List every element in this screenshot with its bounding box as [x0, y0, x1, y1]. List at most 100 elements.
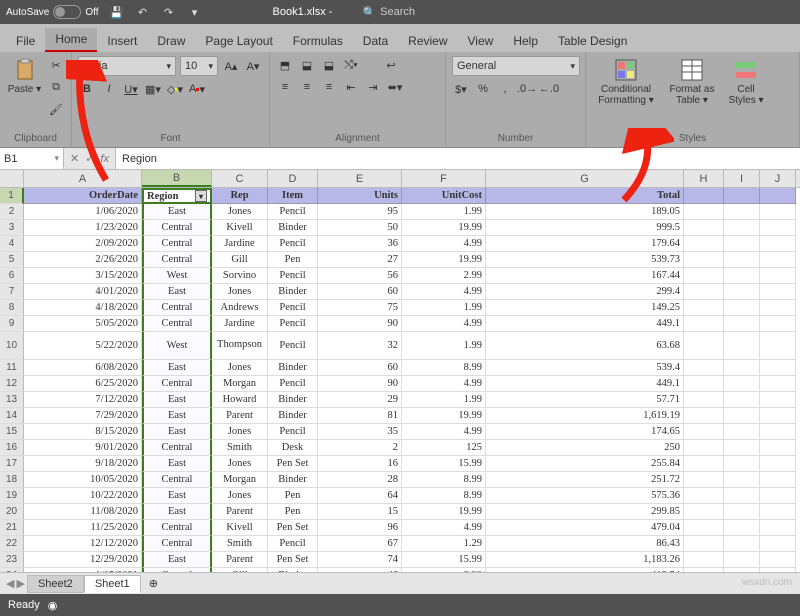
cell[interactable] — [684, 300, 724, 316]
cell[interactable]: 19.99 — [402, 504, 486, 520]
cell[interactable]: Binder — [268, 472, 318, 488]
cell[interactable] — [760, 424, 796, 440]
cell[interactable]: 10/22/2020 — [24, 488, 142, 504]
redo-icon[interactable]: ↷ — [161, 4, 177, 20]
merge-center-icon[interactable]: ⬌▾ — [386, 78, 404, 96]
cell[interactable]: Jones — [212, 424, 268, 440]
cell[interactable] — [724, 456, 760, 472]
col-header-E[interactable]: E — [318, 170, 402, 187]
cell[interactable]: Binder — [268, 284, 318, 300]
cell[interactable]: Item — [268, 188, 318, 204]
cell[interactable]: Pen — [268, 504, 318, 520]
align-left-icon[interactable]: ≡ — [276, 78, 294, 96]
cell[interactable] — [724, 472, 760, 488]
cell[interactable] — [724, 188, 760, 204]
tab-formulas[interactable]: Formulas — [283, 30, 353, 52]
cell[interactable] — [724, 408, 760, 424]
tab-file[interactable]: File — [6, 30, 45, 52]
cell[interactable]: Parent — [212, 504, 268, 520]
cell[interactable] — [724, 360, 760, 376]
decrease-indent-icon[interactable]: ⇤ — [342, 78, 360, 96]
cell[interactable]: Pencil — [268, 316, 318, 332]
cell[interactable]: 60 — [318, 284, 402, 300]
cell[interactable]: Pencil — [268, 424, 318, 440]
cell[interactable]: 539.73 — [486, 252, 684, 268]
cell[interactable]: 5/05/2020 — [24, 316, 142, 332]
cell[interactable]: 4.99 — [402, 284, 486, 300]
cell[interactable]: 1/06/2020 — [24, 204, 142, 220]
cell[interactable]: 32 — [318, 332, 402, 360]
tab-help[interactable]: Help — [503, 30, 548, 52]
sheet-tab-sheet1[interactable]: Sheet1 — [84, 575, 141, 593]
cell[interactable]: Central — [142, 376, 212, 392]
cell[interactable]: 449.1 — [486, 316, 684, 332]
cell[interactable]: 4/18/2020 — [24, 300, 142, 316]
cell[interactable] — [760, 360, 796, 376]
cell[interactable]: Smith — [212, 440, 268, 456]
row-header[interactable]: 23 — [0, 552, 24, 568]
cell[interactable]: Pen — [268, 488, 318, 504]
cell[interactable]: 86.43 — [486, 536, 684, 552]
cell[interactable]: 9/01/2020 — [24, 440, 142, 456]
cell[interactable]: 95 — [318, 204, 402, 220]
cell[interactable]: 167.44 — [486, 268, 684, 284]
cell[interactable]: 19.99 — [402, 252, 486, 268]
row-header[interactable]: 8 — [0, 300, 24, 316]
cell[interactable] — [760, 552, 796, 568]
cell[interactable] — [684, 236, 724, 252]
font-size-combo[interactable]: 10▾ — [180, 56, 218, 76]
cell[interactable] — [684, 472, 724, 488]
cell[interactable]: Smith — [212, 536, 268, 552]
cell[interactable]: Jones — [212, 360, 268, 376]
cell[interactable]: Pencil — [268, 268, 318, 284]
row-header[interactable]: 18 — [0, 472, 24, 488]
macro-record-icon[interactable]: ◉ — [48, 599, 58, 612]
cell[interactable]: 15.99 — [402, 552, 486, 568]
cell[interactable]: East — [142, 392, 212, 408]
cell[interactable] — [760, 188, 796, 204]
font-color-button[interactable]: A▾ — [188, 80, 206, 98]
undo-icon[interactable]: ↶ — [135, 4, 151, 20]
cell[interactable]: 539.4 — [486, 360, 684, 376]
cell[interactable]: 19.99 — [402, 408, 486, 424]
cell[interactable] — [724, 236, 760, 252]
cell[interactable]: East — [142, 284, 212, 300]
cell[interactable]: 149.25 — [486, 300, 684, 316]
spreadsheet-grid[interactable]: ABCDEFGHIJ 1OrderDateRegion▾RepItemUnits… — [0, 170, 800, 600]
cell[interactable] — [760, 392, 796, 408]
tab-home[interactable]: Home — [45, 28, 97, 52]
cell[interactable] — [724, 268, 760, 284]
sheet-nav-next-icon[interactable]: ▶ — [16, 577, 24, 590]
cell[interactable]: 1/23/2020 — [24, 220, 142, 236]
row-header[interactable]: 14 — [0, 408, 24, 424]
cell[interactable]: 4.99 — [402, 520, 486, 536]
col-header-B[interactable]: B — [142, 170, 212, 187]
cell[interactable] — [760, 456, 796, 472]
align-middle-icon[interactable]: ⬓ — [298, 56, 316, 74]
cell[interactable]: Desk — [268, 440, 318, 456]
cell[interactable] — [760, 236, 796, 252]
cell[interactable]: East — [142, 552, 212, 568]
cell[interactable]: 3/15/2020 — [24, 268, 142, 284]
cell[interactable]: 1.99 — [402, 392, 486, 408]
cell[interactable]: Thompson — [212, 332, 268, 360]
search-box[interactable]: 🔍 Search — [362, 6, 542, 19]
cell[interactable] — [684, 536, 724, 552]
cell[interactable]: Central — [142, 220, 212, 236]
cell[interactable]: Central — [142, 316, 212, 332]
cell[interactable] — [760, 408, 796, 424]
cell[interactable] — [724, 300, 760, 316]
tab-page-layout[interactable]: Page Layout — [195, 30, 282, 52]
row-header[interactable]: 13 — [0, 392, 24, 408]
cell[interactable]: West — [142, 332, 212, 360]
select-all-corner[interactable] — [0, 170, 24, 188]
col-header-D[interactable]: D — [268, 170, 318, 187]
cell[interactable]: Pencil — [268, 332, 318, 360]
cell[interactable]: Pencil — [268, 236, 318, 252]
tab-data[interactable]: Data — [353, 30, 398, 52]
tab-draw[interactable]: Draw — [147, 30, 195, 52]
cell[interactable]: Parent — [212, 408, 268, 424]
row-header[interactable]: 11 — [0, 360, 24, 376]
cell-styles-button[interactable]: Cell Styles ▾ — [724, 56, 768, 108]
cell[interactable]: 4.99 — [402, 236, 486, 252]
